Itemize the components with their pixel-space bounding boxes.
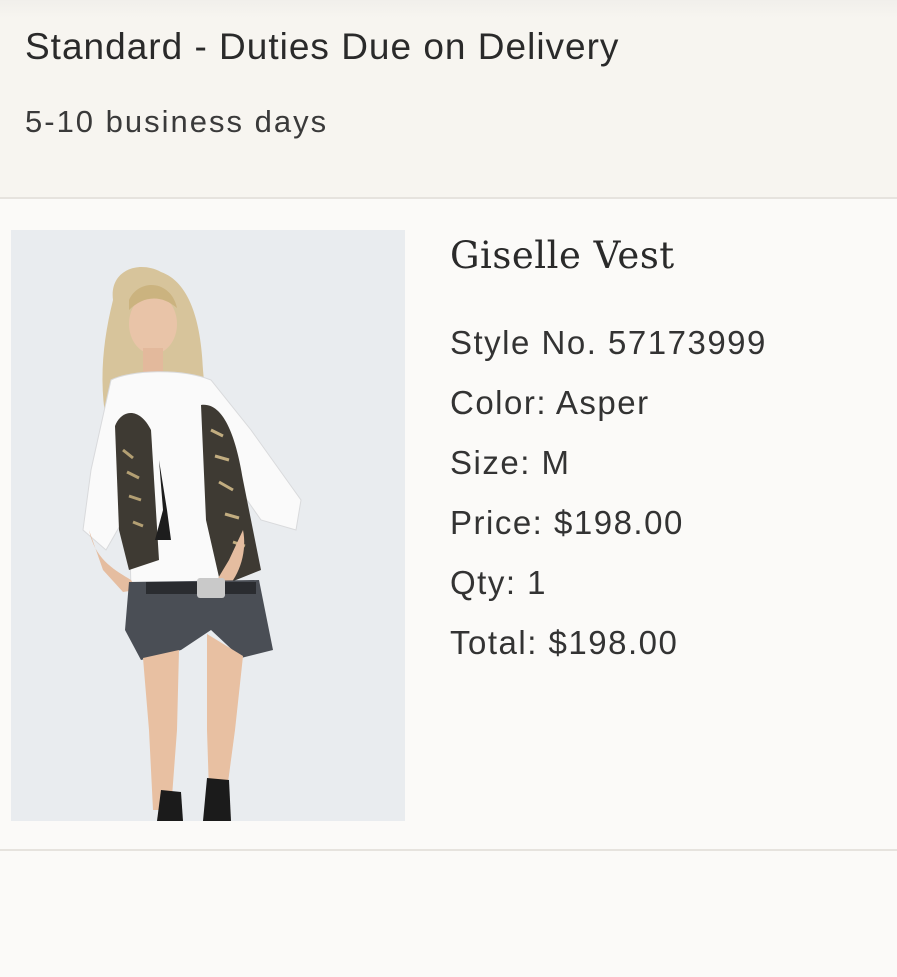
product-photo-illustration — [11, 230, 405, 821]
size-value: Size: M — [450, 444, 571, 481]
shipping-method-label: Standard - Duties Due on Delivery — [25, 26, 620, 67]
product-name[interactable]: Giselle Vest — [450, 234, 675, 277]
section-divider — [0, 849, 897, 851]
shipping-time-label: 5-10 business days — [25, 104, 329, 139]
quantity-value: Qty: 1 — [450, 564, 548, 601]
product-image[interactable] — [11, 230, 405, 821]
total-value: Total: $198.00 — [450, 624, 679, 661]
color-value: Color: Asper — [450, 384, 650, 421]
price-value: Price: $198.00 — [450, 504, 684, 541]
style-number: Style No. 57173999 — [450, 324, 767, 361]
product-details: Style No. 57173999 Color: Asper Size: M … — [450, 322, 767, 682]
shipping-option-panel: Standard - Duties Due on Delivery 5-10 b… — [0, 0, 897, 199]
